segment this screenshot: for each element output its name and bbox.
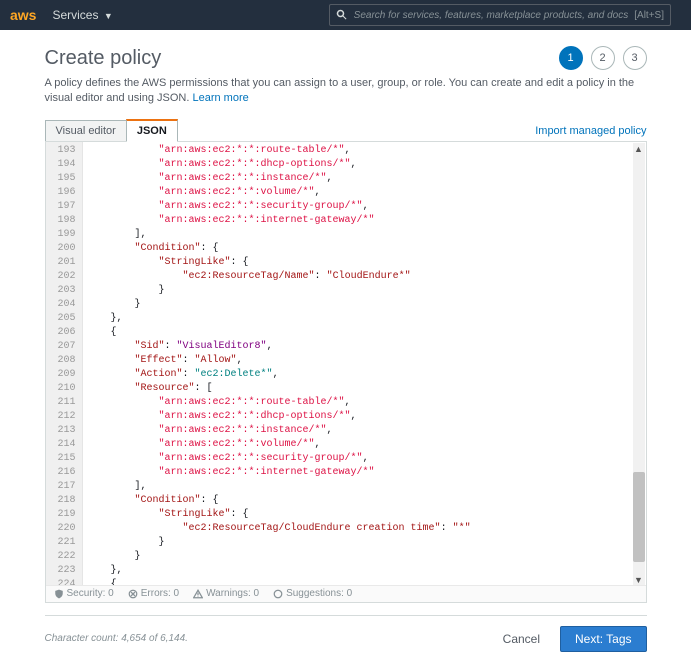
page-header: Create policy 1 2 3 (45, 46, 647, 70)
import-managed-policy-link[interactable]: Import managed policy (535, 125, 646, 141)
step-1[interactable]: 1 (559, 46, 583, 70)
aws-topbar: aws Services ▼ Search for services, feat… (0, 0, 691, 30)
status-suggestions[interactable]: Suggestions: 0 (273, 588, 352, 599)
global-search[interactable]: Search for services, features, marketpla… (329, 4, 671, 26)
search-shortcut: [Alt+S] (634, 10, 664, 21)
wizard-steps: 1 2 3 (559, 46, 647, 70)
tab-visual-editor[interactable]: Visual editor (45, 120, 127, 141)
description-text: A policy defines the AWS permissions tha… (45, 77, 635, 104)
status-security[interactable]: Security: 0 (54, 588, 114, 599)
scrollbar-thumb[interactable] (633, 472, 645, 562)
scroll-up-arrow[interactable]: ▲ (633, 143, 645, 155)
wizard-footer: Character count: 4,654 of 6,144. Cancel … (45, 615, 647, 662)
aws-logo[interactable]: aws (10, 7, 36, 23)
services-label: Services (52, 8, 98, 22)
cancel-button[interactable]: Cancel (489, 627, 554, 651)
step-2[interactable]: 2 (591, 46, 615, 70)
search-icon (336, 9, 348, 21)
code-content[interactable]: "arn:aws:ec2:*:*:route-table/*", "arn:aw… (83, 142, 646, 588)
page-body: Create policy 1 2 3 A policy defines the… (45, 30, 647, 664)
services-menu[interactable]: Services ▼ (52, 8, 112, 22)
status-warnings[interactable]: Warnings: 0 (193, 588, 259, 599)
code-area[interactable]: 1931941951961971981992002012022032042052… (46, 142, 646, 588)
line-number-gutter: 1931941951961971981992002012022032042052… (46, 142, 83, 588)
search-placeholder: Search for services, features, marketpla… (354, 10, 629, 21)
editor-statusbar: Security: 0 Errors: 0 Warnings: 0 Sugges… (46, 585, 646, 602)
character-count: Character count: 4,654 of 6,144. (45, 633, 489, 644)
json-editor: 1931941951961971981992002012022032042052… (45, 142, 647, 603)
editor-tabs: Visual editor JSON Import managed policy (45, 119, 647, 142)
caret-down-icon: ▼ (104, 11, 113, 21)
page-title: Create policy (45, 47, 559, 70)
learn-more-link[interactable]: Learn more (192, 92, 248, 104)
step-3[interactable]: 3 (623, 46, 647, 70)
next-tags-button[interactable]: Next: Tags (560, 626, 646, 652)
page-description: A policy defines the AWS permissions tha… (45, 76, 647, 107)
tab-json[interactable]: JSON (126, 119, 178, 142)
status-errors[interactable]: Errors: 0 (128, 588, 179, 599)
